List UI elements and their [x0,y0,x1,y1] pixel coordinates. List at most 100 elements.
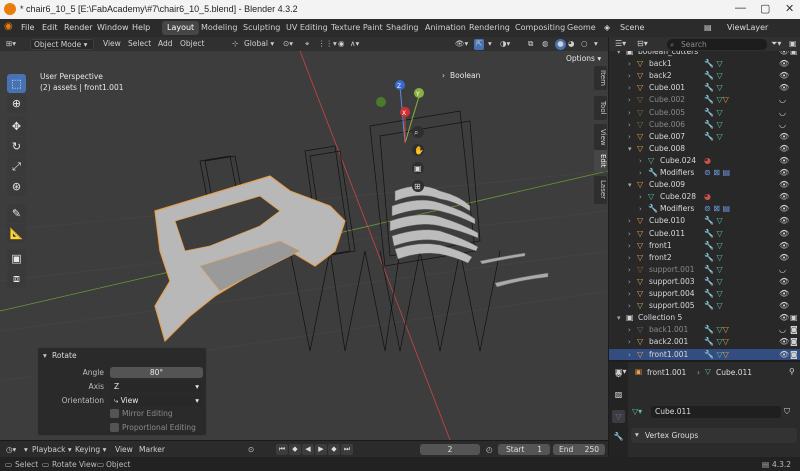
gizmo-toggle-icon[interactable]: ⇱ [474,39,485,50]
transform-orientation-dropdown[interactable]: Global ▾ [244,39,274,50]
annotate-tool-icon[interactable]: ✎ [7,204,26,223]
workspace-tab-layout[interactable]: Layout [162,21,200,35]
visibility-eye-icon[interactable]: 👁 [779,191,789,203]
modifier-wrench-icon[interactable]: 🔧 ▽ [704,119,723,131]
disclosure-triangle-icon[interactable]: › [628,252,631,264]
outliner-row[interactable]: › ▽ Cube.007 🔧 ▽ 👁 [609,131,800,143]
chevron-right-icon[interactable]: › [442,71,445,80]
maximize-button[interactable]: ▢ [760,2,770,15]
move-tool-icon[interactable]: ✥ [7,117,26,136]
material-icon[interactable]: ◕ [704,155,711,167]
visibility-eye-icon[interactable]: 👁 [779,300,789,312]
modifier-wrench-icon[interactable]: 🔧 ▽ [704,107,723,119]
sidebar-tab-laser[interactable]: Laser [594,176,607,204]
outliner-row[interactable]: › ▽ Cube.011 🔧 ▽ 👁 [609,228,800,240]
outliner-row[interactable]: › ▽ Cube.006 🔧 ▽ ◡ [609,119,800,131]
jump-end-icon[interactable]: ⏭ [341,444,353,455]
shading-solid-icon[interactable]: ● [555,39,566,50]
modifier-wrench-icon[interactable]: 🔧 ▽▽ [704,94,729,106]
modifier-wrench-icon[interactable]: 🔧 ▽ [704,82,723,94]
options-dropdown[interactable]: Options ▾ [566,54,601,63]
orientation-dropdown[interactable]: ⤷ View ▾ [110,395,203,406]
modifier-stack-icons[interactable]: ⊚ ⊠ ▤ [704,203,730,215]
play-reverse-icon[interactable]: ◀ [302,444,314,455]
shading-options-icon[interactable]: ▾ [594,39,598,50]
measure-tool-icon[interactable]: 📐 [7,224,26,243]
add-primitive-tool-icon[interactable]: ⧈ [7,269,26,288]
outliner-row[interactable]: › ▽ support.003 🔧 ▽ 👁 [609,276,800,288]
outliner-row[interactable]: › 🔧 Modifiers ⊚ ⊠ ▤ 👁 [609,203,800,215]
overlays-icon[interactable]: ◑▾ [500,39,510,50]
outliner-row[interactable]: ▾ ▽ Cube.009 👁 [609,179,800,191]
disclosure-triangle-icon[interactable]: › [628,264,631,276]
viewlayer-selector[interactable]: ViewLayer [727,23,768,32]
visibility-eye-icon[interactable]: 👁 [779,70,789,82]
collapse-chevron-icon[interactable]: ▾ [43,351,47,360]
disclosure-triangle-icon[interactable]: › [639,167,642,179]
visibility-eye-icon[interactable]: 👁 [779,51,789,58]
proportional-edit-icon[interactable]: ◉ [338,39,345,50]
menu-marker[interactable]: Marker [139,445,165,454]
gizmo-dropdown-icon[interactable]: ▾ [488,39,492,50]
mesh-data-name-field[interactable]: Cube.011 [651,406,781,418]
sidebar-tab-tool[interactable]: Tool [594,96,607,120]
modifier-wrench-icon[interactable]: 🔧 ▽ [704,264,723,276]
properties-editor-icon[interactable]: ▣▾ [615,367,627,376]
menu-select[interactable]: Select [128,39,151,50]
prev-keyframe-icon[interactable]: ◆ [289,444,301,455]
jump-start-icon[interactable]: ⏮ [276,444,288,455]
render-camera-icon[interactable]: ◙ [790,336,798,348]
modifier-wrench-icon[interactable]: 🔧 ▽▽ [704,336,729,348]
record-icon[interactable]: ⊙ [248,445,254,454]
modifier-wrench-icon[interactable]: 🔧 ▽ [704,276,723,288]
outliner-row[interactable]: › ▽ Cube.010 🔧 ▽ 👁 [609,215,800,227]
visibility-eye-icon[interactable]: ◡ [779,94,786,106]
modifier-wrench-icon[interactable]: 🔧 ▽ [704,240,723,252]
workspace-tab-texture-paint[interactable]: Texture Paint [326,21,388,35]
disclosure-triangle-icon[interactable]: › [628,82,631,94]
blender-menu-icon[interactable]: ◉ [4,21,13,32]
proportional-editing-checkbox[interactable] [110,423,119,432]
modifier-wrench-icon[interactable]: 🔧 ▽▽ [704,324,729,336]
visibility-eye-icon[interactable]: 👁 [779,155,789,167]
visibility-eye-icon[interactable]: ◡ [779,324,786,336]
menu-edit[interactable]: Edit [42,23,58,32]
menu-help[interactable]: Help [132,23,150,32]
outliner-row[interactable]: › ▽ Cube.028 ◕ 👁 [609,191,800,203]
outliner-collection-row[interactable]: ▾ ▣ Collection 5 👁 ▣ [609,312,800,324]
menu-add[interactable]: Add [158,39,173,50]
display-mode-icon[interactable]: ⊟▾ [637,39,648,48]
shading-material-icon[interactable]: ◕ [568,39,575,50]
object-mode-dropdown[interactable]: Object Mode ▾ [30,39,94,50]
new-collection-icon[interactable]: ▣ [789,39,797,48]
pivot-icon[interactable]: ⊙▾ [283,39,293,50]
disclosure-triangle-icon[interactable]: › [628,349,631,361]
outliner-row[interactable]: › ▽ back2.001 🔧 ▽▽ 👁 ◙ [609,336,800,348]
vertex-groups-panel-header[interactable]: ▾ Vertex Groups [631,428,797,443]
outliner-editor-icon[interactable]: ☰▾ [615,39,626,48]
visibility-eye-icon[interactable]: 👁 [779,215,789,227]
select-box-tool-icon[interactable]: ⬚ [7,74,26,93]
modifier-stack-icons[interactable]: ⊚ ⊠ ▤ [704,167,730,179]
render-camera-icon[interactable]: ◙ [790,324,798,336]
sidebar-tab-view[interactable]: View [594,124,607,150]
disclosure-triangle-icon[interactable]: ▾ [628,179,632,191]
timeline-menu-icon[interactable]: ▾ [24,445,28,454]
visibility-eye-icon[interactable]: 👁 [779,336,789,348]
modifier-wrench-icon[interactable]: 🔧 ▽ [704,300,723,312]
snap-icon[interactable]: ⌖ [305,39,309,50]
visibility-eye-icon[interactable]: 👁 [779,167,789,179]
disclosure-triangle-icon[interactable]: › [628,324,631,336]
visibility-eye-icon[interactable]: 👁 [779,58,789,70]
menu-view[interactable]: View [103,39,121,50]
outliner-row[interactable]: › ▽ Cube.001 🔧 ▽ 👁 [609,82,800,94]
disclosure-triangle-icon[interactable]: ▾ [617,51,621,58]
outliner-row[interactable]: › ▽ support.004 🔧 ▽ 👁 [609,288,800,300]
outliner-row[interactable]: › ▽ support.005 🔧 ▽ 👁 [609,300,800,312]
filter-icon[interactable]: ⏷▾ [771,39,781,49]
snap-target-icon[interactable]: ⋮⋮▾ [318,39,337,50]
cursor-tool-icon[interactable]: ⊕ [7,94,26,113]
disclosure-triangle-icon[interactable]: › [628,58,631,70]
modifier-wrench-icon[interactable]: 🔧 ▽ [704,70,723,82]
disclosure-triangle-icon[interactable]: › [628,336,631,348]
